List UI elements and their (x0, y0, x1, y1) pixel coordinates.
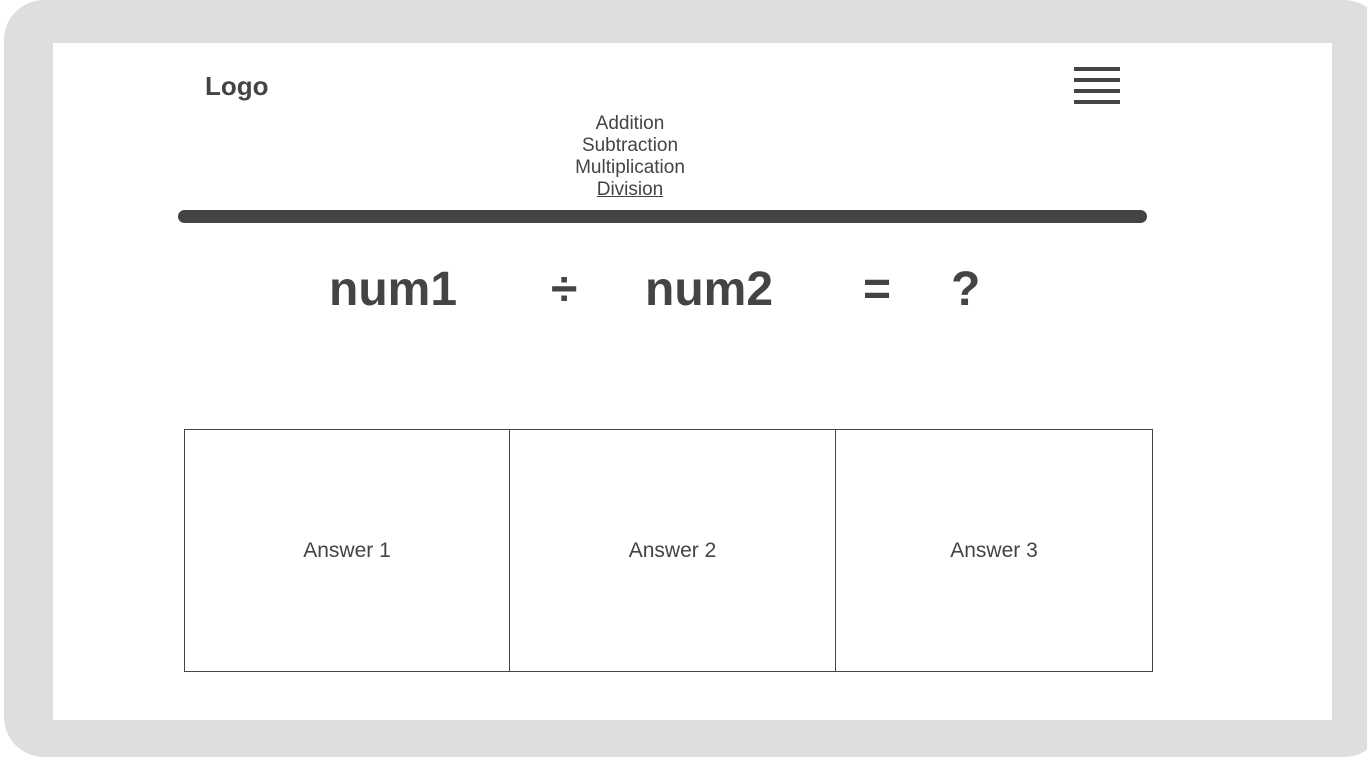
result-placeholder: ? (951, 263, 981, 316)
answer-option-3[interactable]: Answer 3 (836, 430, 1152, 671)
menu-bar-line (1074, 89, 1120, 93)
header-divider (178, 210, 1147, 223)
nav-item-multiplication[interactable]: Multiplication (480, 157, 780, 179)
nav-item-division[interactable]: Division (480, 179, 780, 201)
app-screen: Logo Addition Subtraction Multiplication… (53, 43, 1332, 720)
operation-menu: Addition Subtraction Multiplication Divi… (480, 113, 780, 201)
operand-2: num2 (645, 263, 774, 316)
logo[interactable]: Logo (205, 71, 269, 102)
answer-option-2[interactable]: Answer 2 (510, 430, 836, 671)
answer-options: Answer 1 Answer 2 Answer 3 (184, 429, 1153, 672)
menu-bar-line (1074, 67, 1120, 71)
equals-sign: = (863, 263, 892, 316)
menu-bar-line (1074, 78, 1120, 82)
device-frame: Logo Addition Subtraction Multiplication… (4, 0, 1367, 757)
operand-1: num1 (329, 263, 458, 316)
nav-item-subtraction[interactable]: Subtraction (480, 135, 780, 157)
menu-bar-line (1074, 100, 1120, 104)
answer-option-1[interactable]: Answer 1 (185, 430, 510, 671)
nav-item-addition[interactable]: Addition (480, 113, 780, 135)
operator-sign: ÷ (551, 263, 578, 316)
hamburger-menu-icon[interactable] (1074, 67, 1120, 105)
